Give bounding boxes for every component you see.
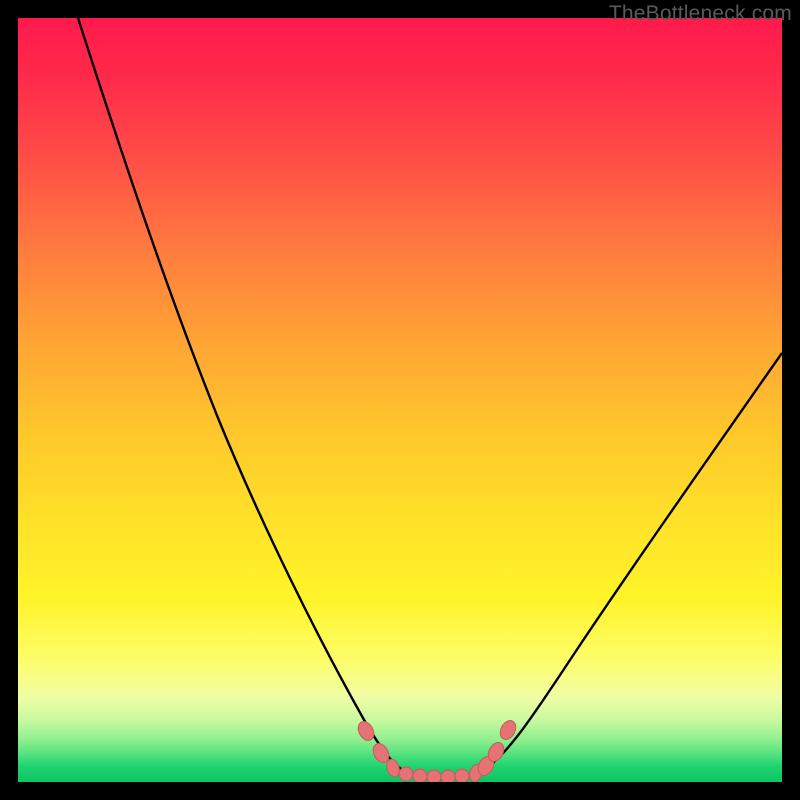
marker-dot bbox=[355, 719, 377, 743]
marker-dot bbox=[455, 769, 469, 782]
marker-group bbox=[355, 718, 519, 782]
marker-dot bbox=[413, 769, 427, 782]
chart-svg bbox=[18, 18, 782, 782]
marker-dot bbox=[427, 770, 441, 782]
chart-frame bbox=[18, 18, 782, 782]
bottleneck-curve bbox=[78, 18, 782, 779]
marker-dot bbox=[399, 767, 413, 781]
marker-dot bbox=[441, 770, 455, 782]
watermark-text: TheBottleneck.com bbox=[609, 2, 792, 26]
